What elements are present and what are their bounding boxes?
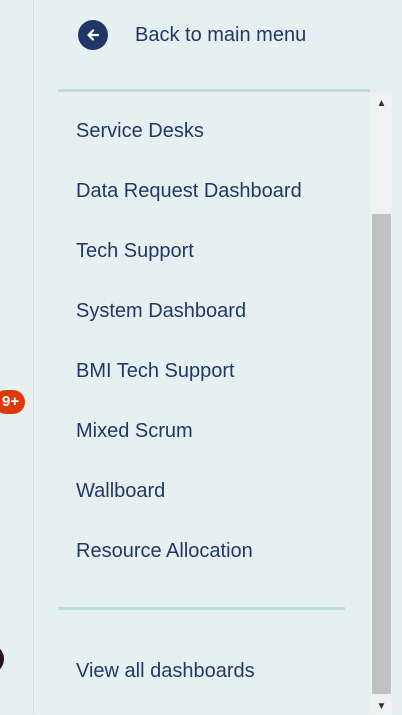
- avatar[interactable]: [0, 646, 4, 672]
- menu-item-system-dashboard[interactable]: System Dashboard: [76, 281, 366, 341]
- scroll-up-arrow-icon[interactable]: ▲: [371, 94, 392, 112]
- divider: [58, 89, 370, 92]
- back-to-main-menu-button[interactable]: Back to main menu: [78, 20, 306, 50]
- menu-item-mixed-scrum[interactable]: Mixed Scrum: [76, 401, 366, 461]
- dashboard-list: Service Desks Data Request Dashboard Tec…: [76, 101, 366, 581]
- dashboards-menu-panel: Back to main menu Service Desks Data Req…: [33, 0, 402, 714]
- notification-badge[interactable]: 9+: [0, 390, 26, 414]
- left-sidebar-strip: 9+: [0, 0, 32, 714]
- menu-item-resource-allocation[interactable]: Resource Allocation: [76, 521, 366, 581]
- scrollbar-thumb[interactable]: [372, 214, 391, 694]
- menu-item-tech-support[interactable]: Tech Support: [76, 221, 366, 281]
- menu-item-data-request-dashboard[interactable]: Data Request Dashboard: [76, 161, 366, 221]
- scroll-down-arrow-icon[interactable]: ▼: [371, 697, 392, 715]
- divider: [58, 607, 345, 610]
- menu-item-service-desks[interactable]: Service Desks: [76, 101, 366, 161]
- menu-item-bmi-tech-support[interactable]: BMI Tech Support: [76, 341, 366, 401]
- arrow-left-icon: [78, 20, 108, 50]
- menu-item-wallboard[interactable]: Wallboard: [76, 461, 366, 521]
- scrollbar[interactable]: ▲ ▼: [371, 92, 392, 714]
- view-all-dashboards-link[interactable]: View all dashboards: [76, 641, 255, 701]
- back-label: Back to main menu: [135, 23, 307, 46]
